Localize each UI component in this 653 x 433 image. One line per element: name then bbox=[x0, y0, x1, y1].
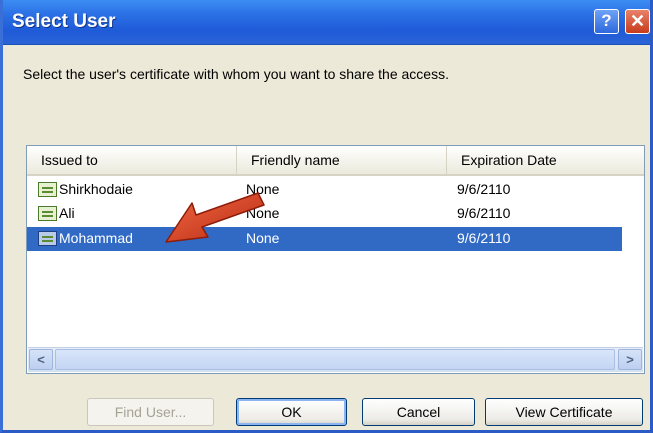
certificate-icon bbox=[38, 231, 57, 246]
list-row-mohammad-selected[interactable]: Mohammad None 9/6/2110 bbox=[27, 227, 622, 251]
help-button[interactable]: ? bbox=[594, 9, 619, 34]
list-row-shirkhodaie[interactable]: Shirkhodaie None 9/6/2110 bbox=[27, 178, 622, 202]
expiration-cell: 9/6/2110 bbox=[457, 230, 511, 246]
scrollbar-thumb[interactable] bbox=[55, 349, 615, 370]
title-bar[interactable]: Select User ? ✕ bbox=[3, 0, 650, 45]
close-icon: ✕ bbox=[629, 11, 646, 31]
chevron-left-icon: < bbox=[37, 352, 45, 367]
scroll-right-button[interactable]: > bbox=[618, 349, 642, 370]
column-header-friendly-name[interactable]: Friendly name bbox=[237, 146, 447, 174]
issued-to-cell: Mohammad bbox=[59, 230, 133, 246]
find-user-button[interactable]: Find User... bbox=[87, 398, 214, 426]
select-user-dialog: Select User ? ✕ Select the user's certif… bbox=[0, 0, 653, 433]
issued-to-cell: Shirkhodaie bbox=[59, 181, 133, 197]
certificate-icon bbox=[38, 206, 57, 221]
list-row-ali[interactable]: Ali None 9/6/2110 bbox=[27, 202, 622, 226]
ok-button[interactable]: OK bbox=[236, 398, 347, 426]
column-header-expiration-date[interactable]: Expiration Date bbox=[447, 146, 637, 174]
help-icon: ? bbox=[601, 11, 612, 30]
close-button[interactable]: ✕ bbox=[625, 9, 650, 34]
issued-to-cell: Ali bbox=[59, 205, 75, 221]
chevron-right-icon: > bbox=[626, 352, 634, 367]
instruction-text: Select the user's certificate with whom … bbox=[23, 66, 449, 82]
expiration-cell: 9/6/2110 bbox=[457, 181, 511, 197]
certificate-icon bbox=[38, 182, 57, 197]
scroll-left-button[interactable]: < bbox=[29, 349, 53, 370]
horizontal-scrollbar[interactable]: < > bbox=[28, 347, 643, 372]
friendly-name-cell: None bbox=[246, 230, 280, 246]
expiration-cell: 9/6/2110 bbox=[457, 205, 511, 221]
cancel-button[interactable]: Cancel bbox=[362, 398, 475, 426]
dialog-title: Select User bbox=[12, 11, 116, 32]
view-certificate-button[interactable]: View Certificate bbox=[485, 398, 643, 426]
certificate-list[interactable]: Issued to Friendly name Expiration Date … bbox=[26, 145, 645, 374]
column-header-issued-to[interactable]: Issued to bbox=[27, 146, 237, 174]
list-header: Issued to Friendly name Expiration Date bbox=[27, 146, 644, 176]
friendly-name-cell: None bbox=[246, 181, 280, 197]
friendly-name-cell: None bbox=[246, 205, 280, 221]
